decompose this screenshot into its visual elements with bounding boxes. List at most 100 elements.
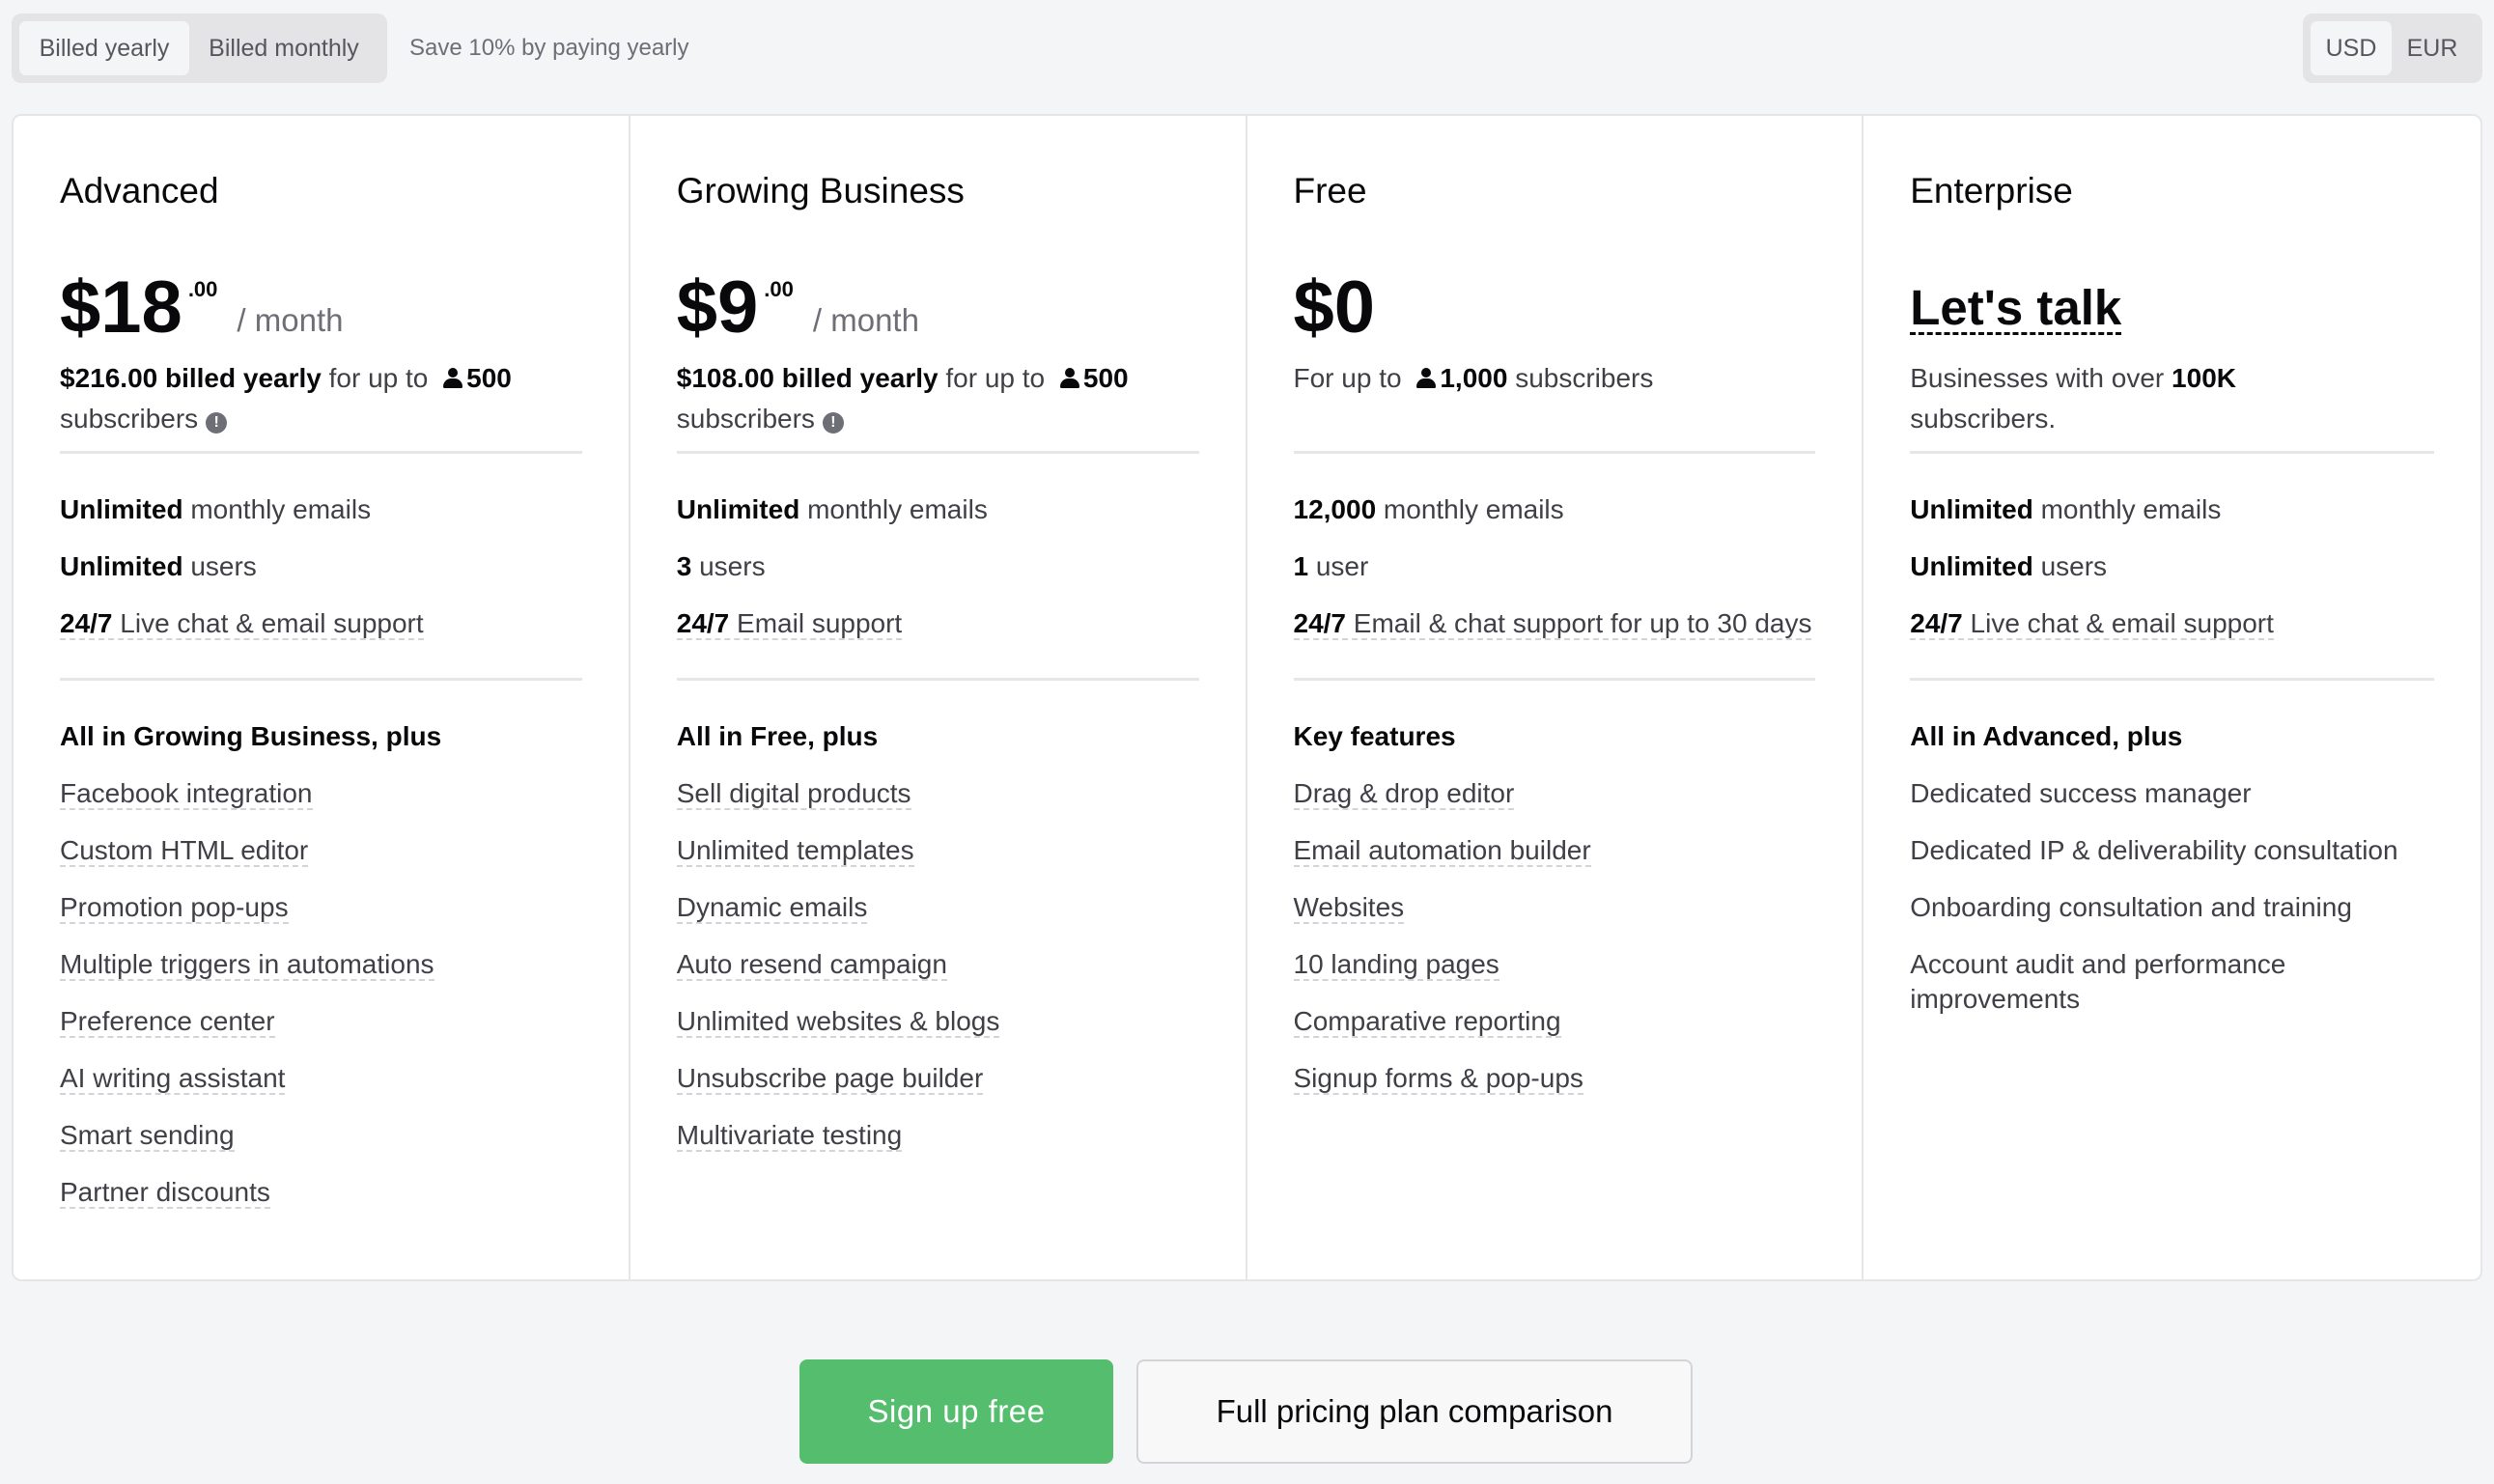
plan-advanced: Advanced $18 .00 / month $216.00 billed … [14, 116, 631, 1279]
feature-item: 1 user [1293, 551, 1369, 581]
price-row: $0 [1294, 264, 1816, 352]
feature-item: Unlimited monthly emails [60, 494, 372, 524]
extra-feature[interactable]: Preference center [60, 1004, 582, 1039]
price-description: Businesses with over 100K subscribers. [1910, 358, 2434, 451]
extras-title: All in Advanced, plus [1910, 721, 2183, 751]
extra-feature[interactable]: Facebook integration [60, 776, 582, 811]
price-cents: .00 [187, 277, 218, 301]
extra-feature[interactable]: Unlimited templates [676, 833, 1199, 868]
extra-feature[interactable]: Smart sending [60, 1118, 582, 1153]
plan-name: Growing Business [676, 171, 965, 210]
desc-text: for up to [938, 363, 1052, 393]
desc-text: For up to [1293, 363, 1410, 393]
subscriber-count: 500 [466, 363, 512, 393]
desc-subscribers: subscribers. [1910, 404, 2057, 434]
price-description: $108.00 billed yearly for up to 500 subs… [677, 358, 1199, 451]
billed-amount: $216.00 billed yearly [60, 363, 322, 393]
feature-item[interactable]: 24/7 Live chat & email support [60, 606, 582, 641]
save-note: Save 10% by paying yearly [409, 35, 689, 61]
feature-item[interactable]: 24/7 Email support [676, 606, 1199, 641]
sign-up-free-button[interactable]: Sign up free [799, 1359, 1113, 1464]
feature-item: Unlimited users [1910, 551, 2108, 581]
billed-monthly-button[interactable]: Billed monthly [189, 21, 378, 75]
currency-usd-button[interactable]: USD [2311, 21, 2392, 75]
price-row: Let's talk [1910, 264, 2434, 352]
extra-feature[interactable]: Sell digital products [676, 776, 1199, 811]
extra-feature: Onboarding consultation and training [1910, 892, 2352, 922]
extras-title: All in Growing Business, plus [60, 721, 442, 751]
extra-feature: Account audit and performance improvemen… [1910, 949, 2286, 1014]
extra-feature[interactable]: Websites [1293, 890, 1816, 925]
price-description: For up to 1,000 subscribers [1294, 358, 1816, 451]
extra-feature[interactable]: Multiple triggers in automations [60, 947, 582, 982]
desc-text: Businesses with over [1910, 363, 2172, 393]
subscriber-count: 100K [2172, 363, 2236, 393]
extras-title: Key features [1293, 721, 1456, 751]
plan-name: Enterprise [1910, 171, 2073, 210]
plan-free: Free $0 For up to 1,000 subscribers 12,0… [1247, 116, 1864, 1279]
price-description: $216.00 billed yearly for up to 500 subs… [60, 358, 582, 451]
extra-feature[interactable]: Email automation builder [1293, 833, 1816, 868]
desc-text: for up to [321, 363, 436, 393]
price-amount: $18 [60, 266, 182, 349]
feature-item: 12,000 monthly emails [1293, 494, 1564, 524]
extra-feature[interactable]: Drag & drop editor [1293, 776, 1816, 811]
billed-yearly-button[interactable]: Billed yearly [19, 21, 189, 75]
extras-list: All in Growing Business, plus Facebook i… [60, 681, 582, 1210]
desc-subscribers: subscribers [1507, 363, 1654, 393]
price-period: / month [237, 302, 344, 338]
extra-feature[interactable]: Unsubscribe page builder [676, 1061, 1199, 1096]
plan-name: Advanced [60, 171, 219, 210]
billed-amount: $108.00 billed yearly [676, 363, 939, 393]
extra-feature[interactable]: Partner discounts [60, 1175, 582, 1210]
extra-feature[interactable]: 10 landing pages [1293, 947, 1816, 982]
extras-title: All in Free, plus [676, 721, 879, 751]
feature-item[interactable]: 24/7 Email & chat support for up to 30 d… [1293, 606, 1816, 641]
extras-list: All in Free, plus Sell digital products … [676, 681, 1199, 1153]
extra-feature[interactable]: Unlimited websites & blogs [676, 1004, 1199, 1039]
desc-subscribers: subscribers [60, 404, 199, 434]
feature-item: 3 users [676, 551, 766, 581]
info-icon[interactable]: ! [822, 412, 844, 434]
currency-toggle: USD EUR [2303, 14, 2482, 83]
currency-eur-button[interactable]: EUR [2392, 21, 2473, 75]
extra-feature[interactable]: AI writing assistant [60, 1061, 582, 1096]
lets-talk-link[interactable]: Let's talk [1910, 264, 2122, 335]
price-cents: .00 [764, 277, 794, 301]
price-period: / month [812, 302, 919, 338]
feature-item: Unlimited monthly emails [1910, 494, 2222, 524]
extras-list: All in Advanced, plus Dedicated success … [1910, 681, 2434, 1017]
extra-feature[interactable]: Promotion pop-ups [60, 890, 582, 925]
feature-list: Unlimited monthly emails Unlimited users… [1910, 454, 2434, 678]
billing-period-toggle: Billed yearly Billed monthly [12, 14, 387, 83]
price-row: $18 .00 / month [60, 264, 582, 352]
feature-item: Unlimited users [60, 551, 257, 581]
extra-feature[interactable]: Dynamic emails [676, 890, 1199, 925]
subscriber-count: 500 [1082, 363, 1129, 393]
subscriber-count: 1,000 [1440, 363, 1508, 393]
feature-item[interactable]: 24/7 Live chat & email support [1910, 606, 2434, 641]
info-icon[interactable]: ! [206, 412, 228, 434]
desc-subscribers: subscribers [676, 404, 815, 434]
user-icon [1059, 368, 1079, 389]
plan-enterprise: Enterprise Let's talk Businesses with ov… [1863, 116, 2480, 1279]
extras-list: Key features Drag & drop editor Email au… [1293, 681, 1816, 1096]
extra-feature: Dedicated IP & deliverability consultati… [1910, 835, 2398, 865]
extra-feature[interactable]: Auto resend campaign [676, 947, 1199, 982]
extra-feature[interactable]: Signup forms & pop-ups [1293, 1061, 1816, 1096]
price-amount: $9 [676, 266, 759, 349]
feature-list: 12,000 monthly emails 1 user 24/7 Email … [1293, 454, 1816, 678]
extra-feature: Dedicated success manager [1910, 778, 2252, 808]
pricing-plans: Advanced $18 .00 / month $216.00 billed … [12, 114, 2482, 1281]
plan-growing-business: Growing Business $9 .00 / month $108.00 … [631, 116, 1247, 1279]
user-icon [1416, 368, 1437, 389]
full-comparison-button[interactable]: Full pricing plan comparison [1136, 1359, 1693, 1464]
price-row: $9 .00 / month [677, 264, 1199, 352]
price-amount: $0 [1293, 266, 1376, 349]
feature-list: Unlimited monthly emails Unlimited users… [60, 454, 582, 678]
extra-feature[interactable]: Custom HTML editor [60, 833, 582, 868]
extra-feature[interactable]: Multivariate testing [676, 1118, 1199, 1153]
plan-name: Free [1293, 171, 1367, 210]
extra-feature[interactable]: Comparative reporting [1293, 1004, 1816, 1039]
feature-item: Unlimited monthly emails [676, 494, 988, 524]
